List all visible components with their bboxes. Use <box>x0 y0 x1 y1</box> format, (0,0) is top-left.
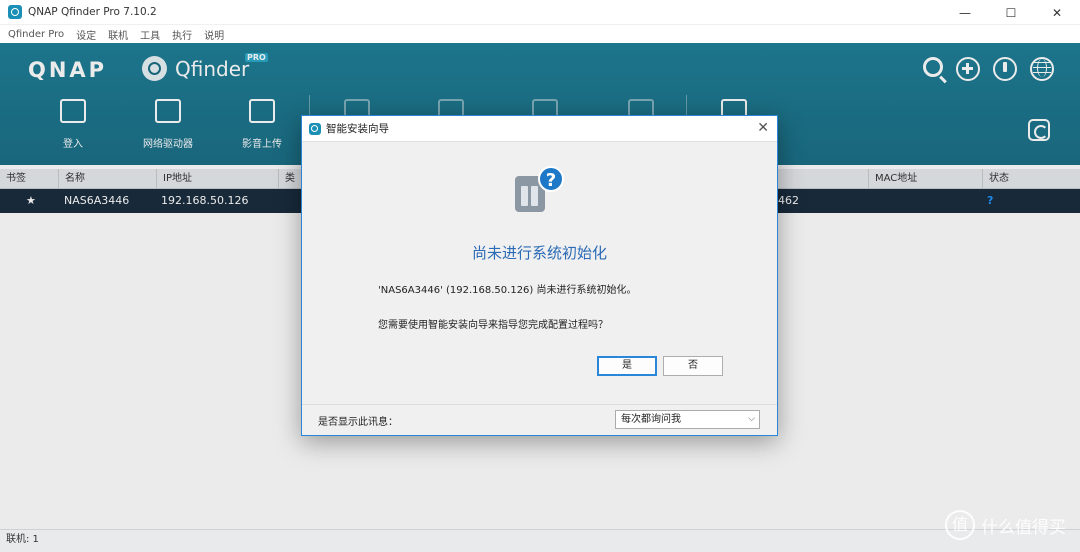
yes-button[interactable]: 是 <box>597 356 657 376</box>
menu-help[interactable]: 说明 <box>204 27 224 42</box>
title-bar: QNAP Qfinder Pro 7.10.2 — ☐ ✕ <box>0 0 1080 25</box>
dialog-heading: 尚未进行系统初始化 <box>471 244 607 262</box>
watermark-badge: 值 <box>945 510 975 540</box>
dialog-close-icon[interactable]: ✕ <box>757 120 769 136</box>
qfinder-app-icon <box>309 122 321 135</box>
no-button[interactable]: 否 <box>663 356 723 376</box>
show-message-select-value: 每次都询问我 <box>621 414 681 425</box>
show-message-select[interactable]: 每次都询问我 ⌵ <box>615 410 760 429</box>
dialog-message-status: 'NAS6A3446' (192.168.50.126) 尚未进行系统初始化。 <box>378 285 637 296</box>
menu-bar: Qfinder Pro 设定 联机 工具 执行 说明 <box>0 25 1080 43</box>
menu-run[interactable]: 执行 <box>172 27 192 42</box>
menu-connect[interactable]: 联机 <box>108 27 128 42</box>
watermark-text: 什么值得买 <box>981 517 1066 538</box>
dialog-body: ? 尚未进行系统初始化 'NAS6A3446' (192.168.50.126)… <box>302 142 777 404</box>
dialog-message-question: 您需要使用智能安装向导来指导您完成配置过程吗？ <box>378 320 608 331</box>
window-controls: — ☐ ✕ <box>942 0 1080 25</box>
question-icon: ? <box>538 166 564 192</box>
show-message-label: 是否显示此讯息： <box>318 417 398 428</box>
menu-settings[interactable]: 设定 <box>76 27 96 42</box>
menu-qfinder-pro[interactable]: Qfinder Pro <box>8 29 64 40</box>
status-bar: 联机: 1 <box>0 529 1080 552</box>
dialog-title-bar: 智能安装向导 ✕ <box>302 116 777 142</box>
dialog-title: 智能安装向导 <box>326 123 389 135</box>
qfinder-app-icon <box>8 5 22 19</box>
window-title: QNAP Qfinder Pro 7.10.2 <box>28 6 157 18</box>
smart-install-dialog: 智能安装向导 ✕ ? 尚未进行系统初始化 'NAS6A3446' (192.16… <box>301 115 778 436</box>
close-button[interactable]: ✕ <box>1034 0 1080 25</box>
menu-tools[interactable]: 工具 <box>140 27 160 42</box>
watermark: 值 什么值得买 <box>945 510 1066 540</box>
maximize-button[interactable]: ☐ <box>988 0 1034 25</box>
qfinder-window: QNAP Qfinder Pro 7.10.2 — ☐ ✕ Qfinder Pr… <box>0 0 1080 552</box>
dialog-footer: 是否显示此讯息： 每次都询问我 ⌵ <box>302 404 777 435</box>
minimize-button[interactable]: — <box>942 0 988 25</box>
chevron-down-icon: ⌵ <box>748 414 755 424</box>
